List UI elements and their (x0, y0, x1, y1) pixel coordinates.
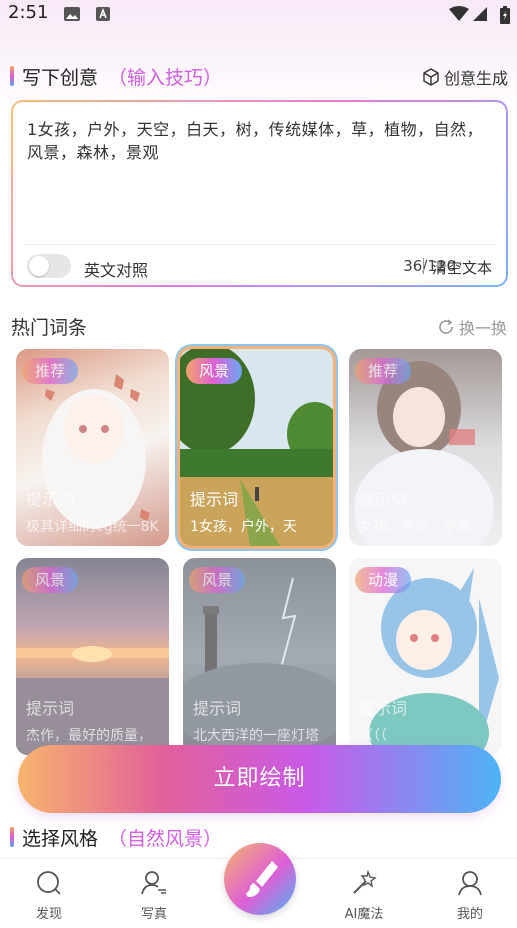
card-badge: 推荐 (355, 358, 412, 384)
magic-wand-icon (353, 869, 377, 894)
card-title: 提示词 (26, 490, 75, 509)
nav-label: 发现 (35, 907, 62, 922)
card-badge: 风景 (189, 567, 246, 593)
english-toggle-label: 英文对照 (84, 261, 149, 280)
nav-label: 我的 (456, 907, 483, 922)
accent-bar (10, 66, 14, 86)
hot-words-title: 热门词条 (11, 317, 88, 339)
hot-card[interactable]: 推荐 提示词 极其详细的cg统一8K (16, 349, 169, 546)
image-icon (64, 7, 80, 21)
card-title: 提示词 (26, 699, 75, 718)
prompt-textarea[interactable]: 1女孩，户外，天空，白天，树，传统媒体，草，植物，自然，风景，森林，景观 (27, 118, 489, 164)
battery-icon (500, 6, 510, 24)
wifi-icon (449, 6, 469, 21)
card-desc: 1女孩，户外，天 (190, 519, 297, 535)
keyboard-app-icon (96, 7, 110, 21)
card-badge: 推荐 (22, 358, 79, 384)
toggle-knob (29, 256, 49, 276)
prompt-input-box: 1女孩，户外，天空，白天，树，传统媒体，草，植物，自然，风景，森林，景观 英文对… (11, 100, 508, 287)
creative-title: 写下创意 (22, 67, 99, 89)
card-desc: 北大西洋的一座灯塔 (193, 728, 319, 744)
hot-card[interactable]: 推荐 提示词 女孩，宇宙，宇宙 (349, 349, 502, 546)
card-desc: 女孩，宇宙，宇宙 (359, 519, 471, 535)
card-title: 提示词 (190, 490, 239, 509)
card-title: 提示词 (359, 699, 408, 718)
refresh-label: 换一换 (458, 319, 507, 338)
section-title: 写下创意 （输入技巧） (22, 63, 222, 90)
count-separator (423, 258, 424, 274)
card-desc: 杰作，最好的质量， (26, 728, 152, 744)
center-create-button[interactable] (224, 843, 296, 915)
hot-card[interactable]: 动漫 提示词 （（（ (349, 558, 502, 755)
nav-discover[interactable]: 发现 (14, 869, 84, 922)
accent-bar (10, 827, 14, 847)
nav-portrait[interactable]: 写真 (119, 869, 189, 922)
style-current[interactable]: （自然风景） (108, 828, 222, 850)
card-desc: 极其详细的cg统一8K (26, 519, 159, 535)
nav-profile[interactable]: 我的 (435, 869, 505, 922)
section-title: 选择风格 （自然风景） (22, 824, 222, 851)
prompt-input-inner: 1女孩，户外，天空，白天，树，传统媒体，草，植物，自然，风景，森林，景观 英文对… (13, 102, 506, 285)
hot-card[interactable]: 风景 提示词 杰作，最好的质量， (16, 558, 169, 755)
style-title: 选择风格 (22, 828, 99, 850)
brush-icon (246, 861, 278, 897)
card-title: 提示词 (359, 490, 408, 509)
creative-generate-label: 创意生成 (443, 69, 508, 88)
card-title: 提示词 (193, 699, 242, 718)
card-badge: 风景 (22, 567, 79, 593)
creative-generate-button[interactable]: 创意生成 (422, 65, 508, 89)
discover-icon (37, 871, 61, 895)
portrait-icon (141, 871, 166, 895)
input-divider (25, 244, 494, 245)
profile-icon (458, 871, 482, 896)
input-tips-link[interactable]: （输入技巧） (108, 67, 222, 89)
status-bar: 2:51 (0, 0, 517, 28)
refresh-button[interactable]: 换一换 (437, 315, 507, 339)
nav-ai-magic[interactable]: AI魔法 (329, 869, 399, 922)
nav-label: AI魔法 (344, 907, 384, 922)
signal-icon (473, 7, 487, 21)
card-badge: 风景 (186, 358, 243, 384)
clear-text-button[interactable]: 清空文本 (432, 257, 492, 278)
card-badge: 动漫 (355, 567, 412, 593)
nav-label: 写真 (140, 907, 167, 922)
refresh-icon (439, 319, 453, 334)
cube-icon (423, 68, 439, 86)
hot-card[interactable]: 风景 提示词 北大西洋的一座灯塔 (183, 558, 336, 755)
hot-card-selected[interactable]: 风景 提示词 1女孩，户外，天 (177, 346, 336, 549)
english-toggle[interactable] (27, 254, 71, 278)
card-desc: （（（ (359, 728, 387, 744)
draw-now-button[interactable]: 立即绘制 (18, 745, 501, 813)
creative-section-header: 写下创意 （输入技巧） 创意生成 (10, 62, 510, 90)
status-time: 2:51 (8, 2, 49, 23)
